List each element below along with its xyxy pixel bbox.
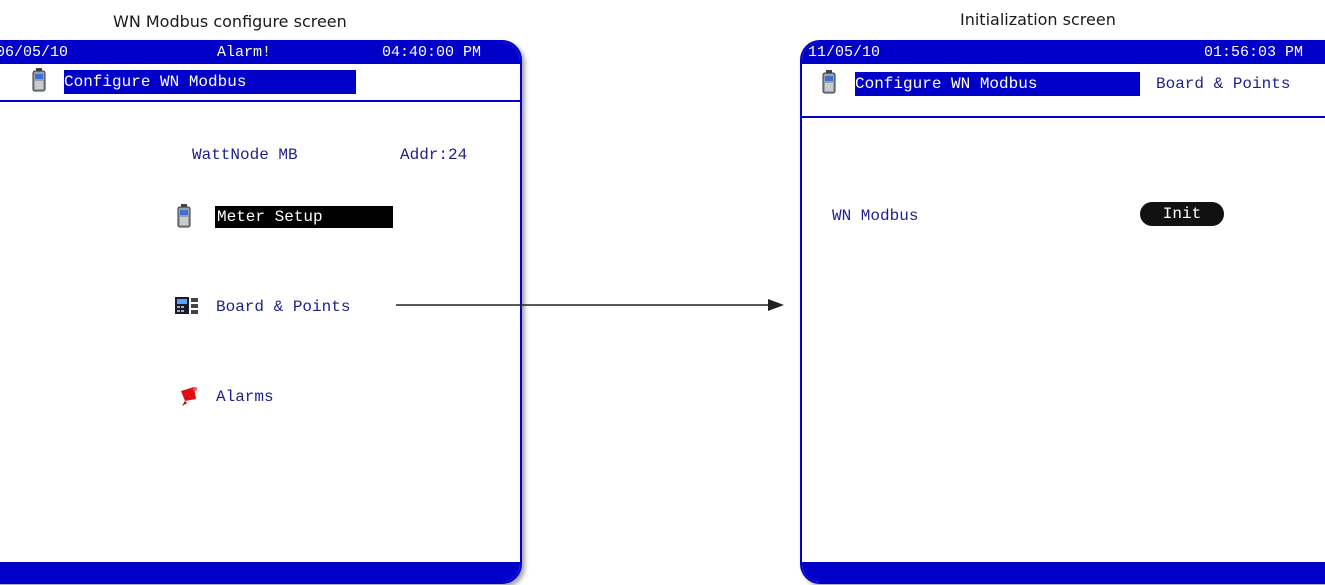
right-screen-caption: Initialization screen xyxy=(960,10,1116,29)
status-bar: 11/05/10 01:56:03 PM xyxy=(802,42,1325,64)
battery-icon xyxy=(32,68,46,92)
device-name: WattNode MB xyxy=(192,146,298,164)
device-address: Addr:24 xyxy=(400,146,468,164)
alarm-status: Alarm! xyxy=(217,44,272,61)
alarm-bell-icon xyxy=(181,387,197,406)
time-readout: 04:40:00 PM xyxy=(382,44,482,61)
time-readout: 01:56:03 PM xyxy=(1204,44,1304,61)
bottom-bar xyxy=(0,562,520,582)
initialization-screen: 11/05/10 01:56:03 PM Configure WN Modbus… xyxy=(800,40,1325,584)
menu-item-label: Alarms xyxy=(216,388,274,406)
navigation-arrow xyxy=(396,299,784,311)
date-readout: 06/05/10 xyxy=(0,44,69,61)
menu-item-board-and-points[interactable]: Board & Points xyxy=(175,292,397,322)
page-subtitle: Board & Points xyxy=(1156,75,1291,93)
board-icon xyxy=(175,297,198,314)
field-label-wn-modbus: WN Modbus xyxy=(832,207,919,225)
menu-item-meter-setup[interactable]: Meter Setup xyxy=(177,202,397,232)
page-title: Configure WN Modbus xyxy=(64,70,356,94)
battery-icon xyxy=(177,204,191,228)
status-bar: 06/05/10 Alarm! 04:40:00 PM xyxy=(0,42,520,64)
screen-header: Configure WN Modbus Board & Points xyxy=(802,64,1325,118)
menu-item-alarms[interactable]: Alarms xyxy=(177,382,397,412)
menu-item-label: Meter Setup xyxy=(215,206,393,228)
battery-icon xyxy=(822,70,836,94)
date-readout: 11/05/10 xyxy=(808,44,881,61)
screen-header: Configure WN Modbus xyxy=(0,64,520,102)
page-title: Configure WN Modbus xyxy=(855,72,1140,96)
left-screen-caption: WN Modbus configure screen xyxy=(113,12,347,31)
init-button[interactable]: Init xyxy=(1140,202,1224,226)
bottom-bar xyxy=(802,562,1325,582)
menu-item-label: Board & Points xyxy=(216,298,351,316)
